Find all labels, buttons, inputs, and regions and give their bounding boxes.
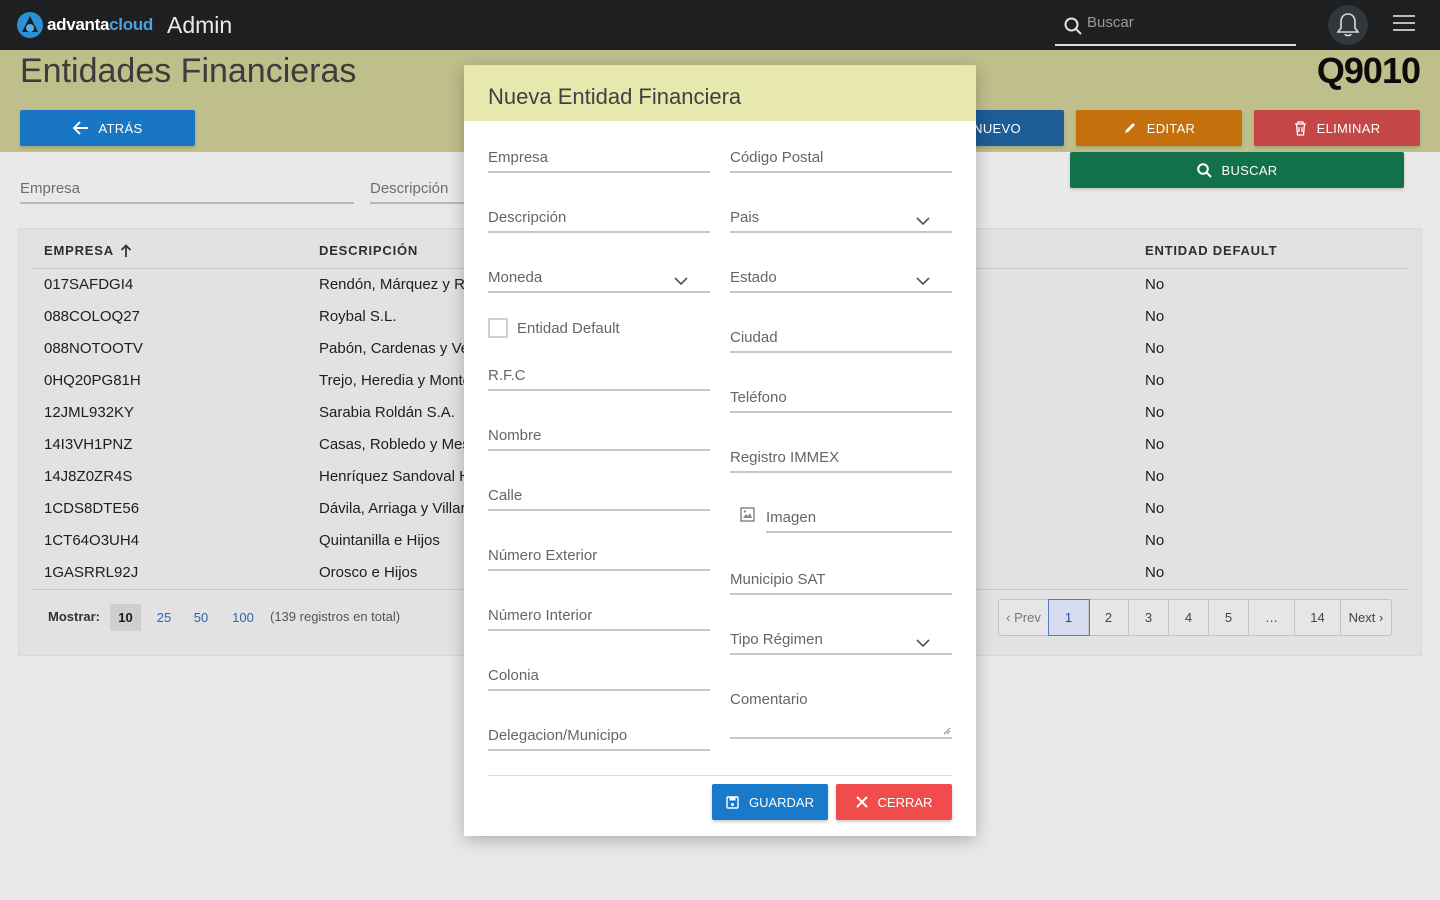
rfc-label: R.F.C (488, 367, 526, 384)
moneda-select[interactable]: Moneda (488, 267, 710, 293)
empresa-field[interactable]: Empresa (488, 147, 710, 173)
rfc-field[interactable]: R.F.C (488, 365, 710, 391)
numero-interior-label: Número Interior (488, 607, 593, 624)
calle-field[interactable]: Calle (488, 485, 710, 511)
modal-header: Nueva Entidad Financiera (464, 65, 976, 121)
close-icon (855, 796, 868, 808)
chevron-down-icon (916, 639, 930, 647)
ciudad-field[interactable]: Ciudad (730, 327, 952, 353)
estado-label: Estado (730, 269, 777, 286)
comentario-textarea[interactable]: Comentario (730, 691, 952, 739)
moneda-label: Moneda (488, 269, 543, 286)
codigo-postal-label: Código Postal (730, 149, 824, 166)
chevron-down-icon (916, 217, 930, 225)
colonia-field[interactable]: Colonia (488, 665, 710, 691)
registro-immex-field[interactable]: Registro IMMEX (730, 447, 952, 473)
save-label: GUARDAR (748, 794, 814, 810)
colonia-label: Colonia (488, 667, 539, 684)
codigo-postal-field[interactable]: Código Postal (730, 147, 952, 173)
close-label: CERRAR (877, 794, 933, 810)
tipo-regimen-select[interactable]: Tipo Régimen (730, 629, 952, 655)
numero-exterior-field[interactable]: Número Exterior (488, 545, 710, 571)
pais-label: Pais (730, 209, 760, 226)
descripcion-field[interactable]: Descripción (488, 207, 710, 233)
calle-label: Calle (488, 487, 523, 504)
delegacion-field[interactable]: Delegacion/Municipo (488, 725, 710, 751)
image-icon (740, 507, 755, 522)
entidad-default-checkbox[interactable]: Entidad Default (488, 318, 620, 338)
imagen-label: Imagen (766, 509, 817, 526)
estado-select[interactable]: Estado (730, 267, 952, 293)
resize-handle-icon[interactable] (943, 727, 951, 735)
save-button[interactable]: GUARDAR (712, 784, 828, 820)
modal-footer-divider (488, 775, 952, 776)
telefono-label: Teléfono (730, 389, 787, 406)
new-entity-modal: Nueva Entidad Financiera Empresa Descrip… (464, 65, 976, 836)
chevron-down-icon (916, 277, 930, 285)
telefono-field[interactable]: Teléfono (730, 387, 952, 413)
pais-select[interactable]: Pais (730, 207, 952, 233)
numero-interior-field[interactable]: Número Interior (488, 605, 710, 631)
checkbox-box[interactable] (488, 318, 508, 338)
municipio-sat-label: Municipio SAT (730, 571, 826, 588)
descripcion-label: Descripción (488, 209, 567, 226)
ciudad-label: Ciudad (730, 329, 778, 346)
entidad-default-label: Entidad Default (517, 319, 620, 337)
imagen-field[interactable]: Imagen (766, 507, 952, 533)
tipo-regimen-label: Tipo Régimen (730, 631, 823, 648)
modal-title: Nueva Entidad Financiera (488, 84, 742, 109)
empresa-label: Empresa (488, 149, 549, 166)
chevron-down-icon (674, 277, 688, 285)
registro-immex-label: Registro IMMEX (730, 449, 840, 466)
delegacion-label: Delegacion/Municipo (488, 727, 628, 744)
municipio-sat-field[interactable]: Municipio SAT (730, 569, 952, 595)
nombre-label: Nombre (488, 427, 542, 444)
comentario-label: Comentario (730, 691, 808, 708)
nombre-field[interactable]: Nombre (488, 425, 710, 451)
numero-exterior-label: Número Exterior (488, 547, 598, 564)
floppy-disk-icon (726, 795, 739, 809)
close-button[interactable]: CERRAR (836, 784, 952, 820)
